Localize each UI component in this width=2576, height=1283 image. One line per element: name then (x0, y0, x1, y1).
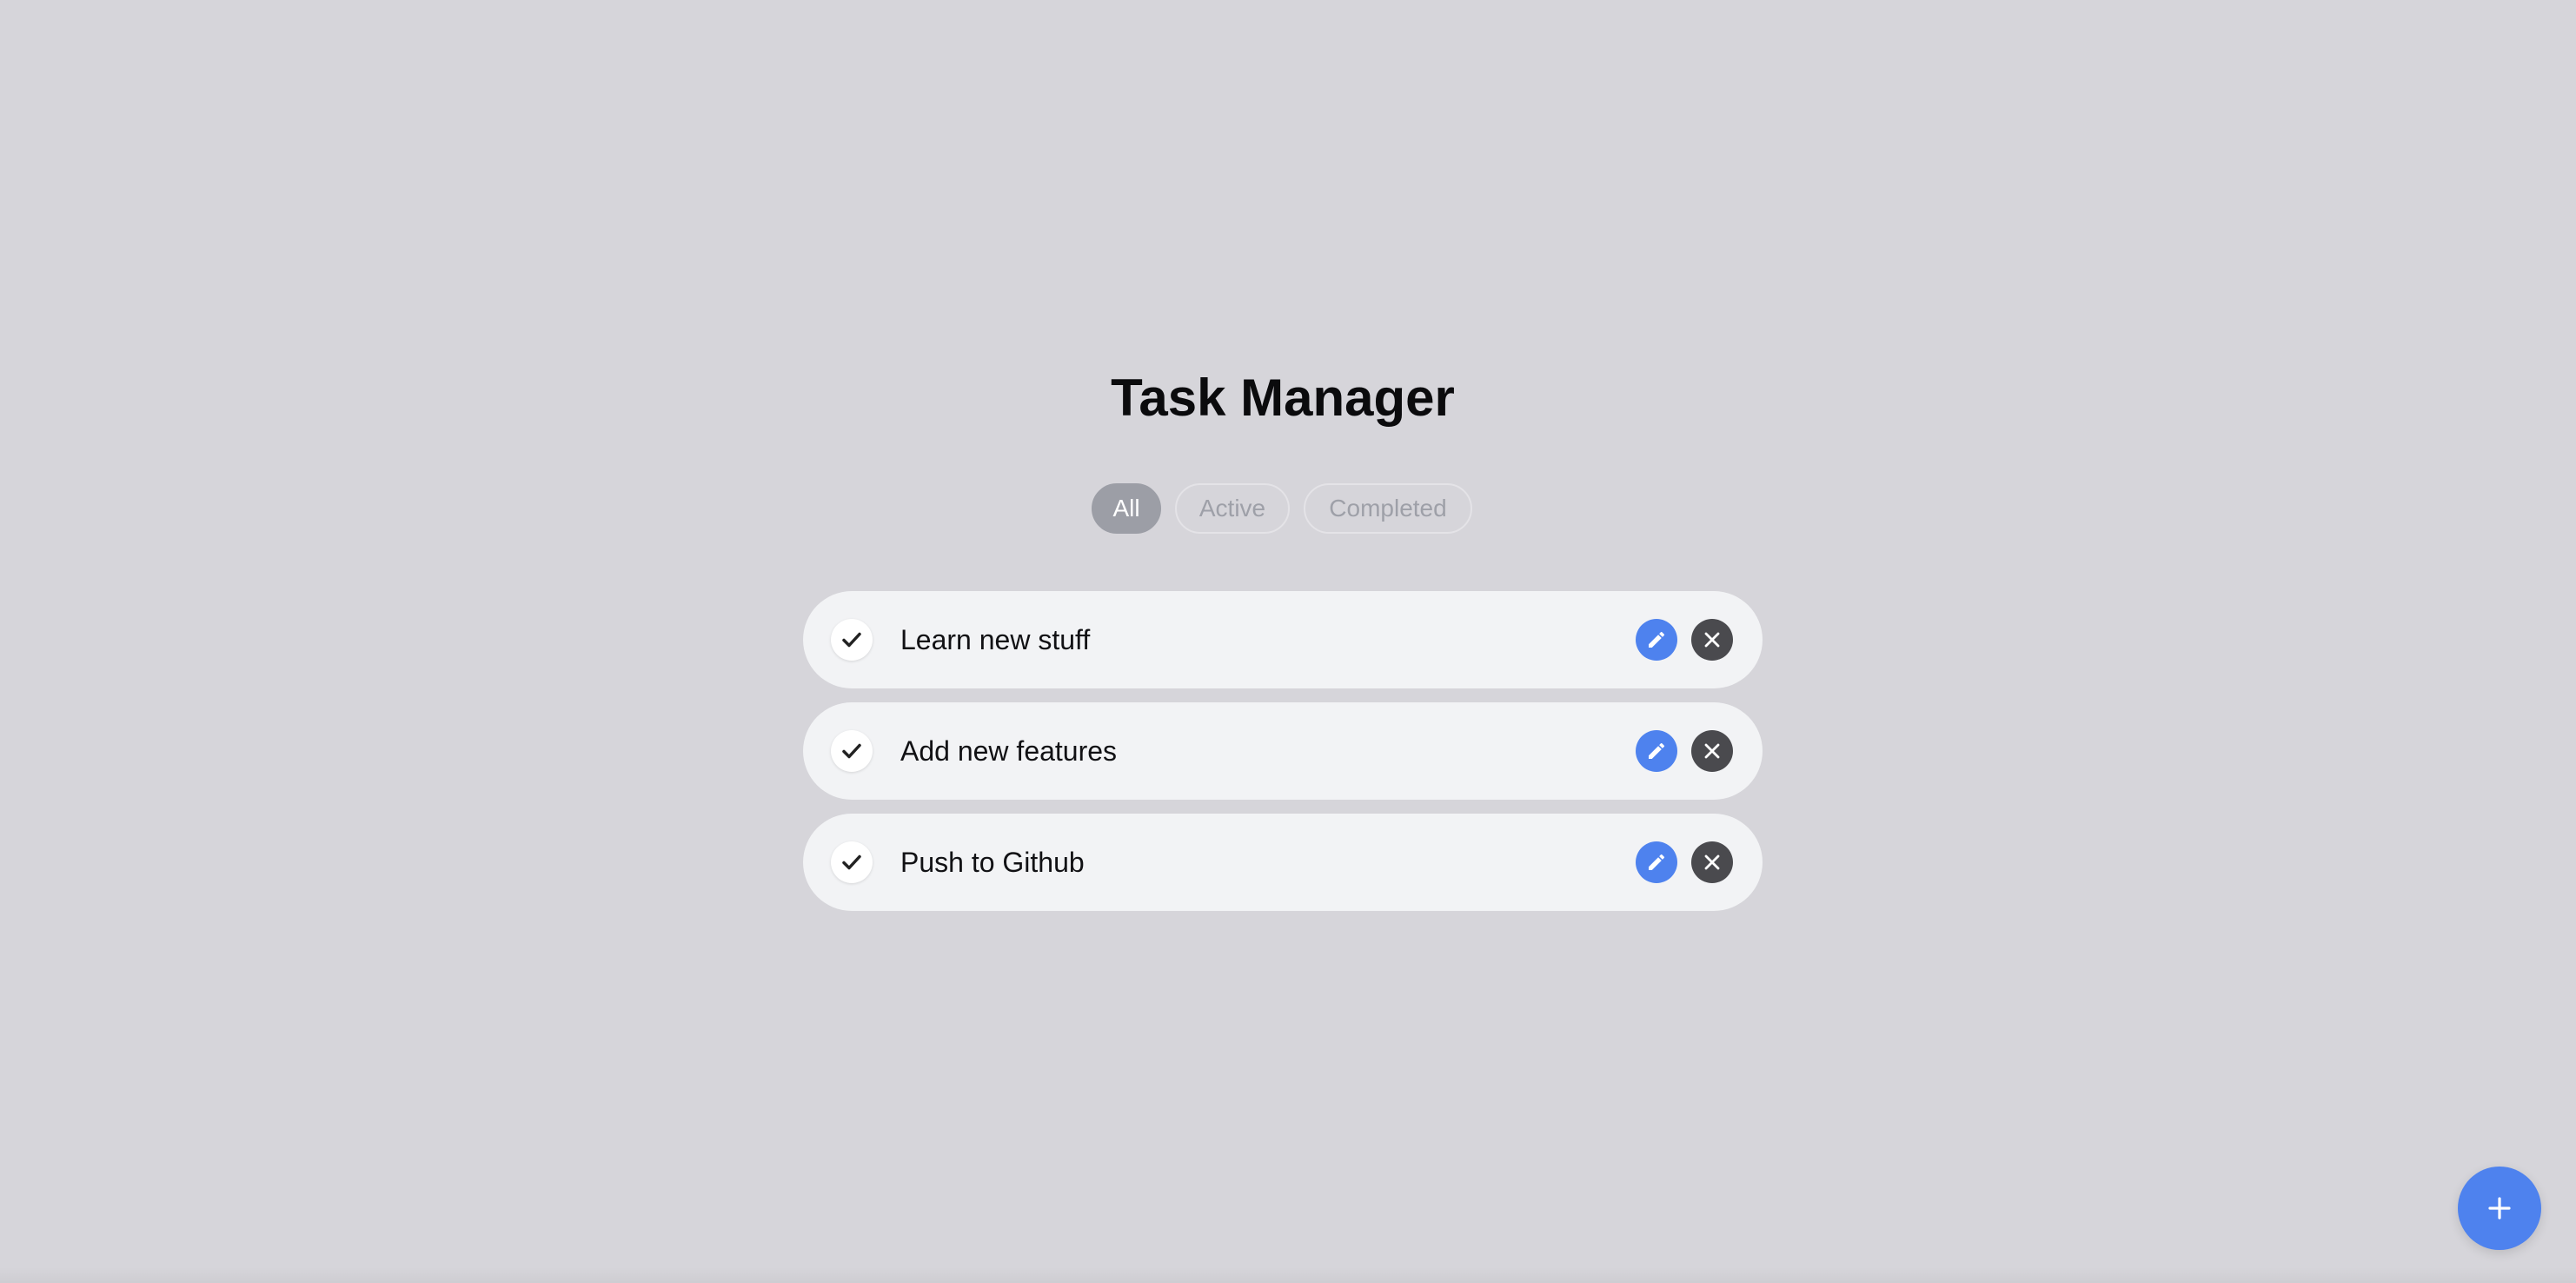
check-icon (842, 632, 861, 648)
check-icon (842, 854, 861, 870)
complete-toggle-button[interactable] (831, 619, 873, 661)
complete-toggle-button[interactable] (831, 730, 873, 772)
app-root: Task Manager All Active Completed Learn … (0, 0, 2576, 1283)
pencil-icon (1649, 854, 1665, 870)
pencil-icon (1649, 631, 1665, 648)
task-label: Add new features (900, 735, 1118, 767)
plus-icon (2488, 1197, 2511, 1220)
task-item: Push to Github (803, 814, 1763, 911)
edit-button[interactable] (1636, 619, 1677, 661)
filter-completed[interactable]: Completed (1304, 483, 1472, 534)
delete-button[interactable] (1691, 841, 1733, 883)
add-task-button[interactable] (2458, 1167, 2541, 1250)
bottom-edge-shadow (0, 1267, 2576, 1283)
task-label: Learn new stuff (900, 624, 1091, 655)
delete-button[interactable] (1691, 730, 1733, 772)
check-icon (842, 743, 861, 759)
pencil-icon (1649, 742, 1665, 759)
task-list: Learn new stuff Add new features Push to… (803, 591, 1763, 925)
close-icon (1704, 743, 1720, 759)
complete-toggle-button[interactable] (831, 841, 873, 883)
filter-all[interactable]: All (1092, 483, 1161, 534)
task-label: Push to Github (900, 847, 1085, 878)
delete-button[interactable] (1691, 619, 1733, 661)
edit-button[interactable] (1636, 841, 1677, 883)
filter-bar: All Active Completed (1092, 483, 1472, 534)
task-item: Learn new stuff (803, 591, 1763, 688)
close-icon (1704, 632, 1720, 648)
task-item: Add new features (803, 702, 1763, 800)
page-title: Task Manager (1111, 369, 1455, 427)
filter-active[interactable]: Active (1175, 483, 1290, 534)
close-icon (1704, 854, 1720, 870)
edit-button[interactable] (1636, 730, 1677, 772)
